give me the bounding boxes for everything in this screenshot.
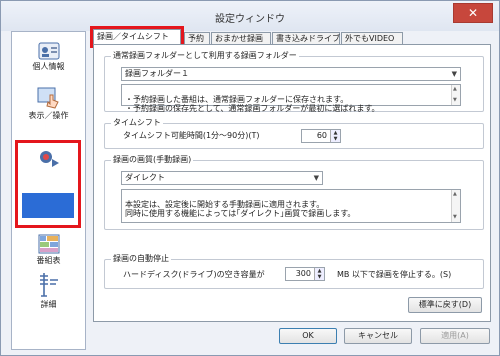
quality-group-title: 録画の画質(手動録画) xyxy=(111,155,194,165)
quality-description-text: 本設定は、設定後に開始する手動録画に適用されます。 同時に使用する機能によっては… xyxy=(125,200,356,218)
auto-stop-group-title: 録画の自動停止 xyxy=(111,254,171,264)
record-play-icon xyxy=(39,151,59,167)
sidebar-item-detail[interactable]: 詳細 xyxy=(12,272,85,310)
program-guide-icon xyxy=(38,234,59,254)
sidebar-item-label: 個人情報 xyxy=(32,62,65,71)
close-button[interactable]: ✕ xyxy=(453,3,493,23)
tab-content-panel: 通常録画フォルダーとして利用する録画フォルダー 録画フォルダー１ ▼ ・予約録画… xyxy=(93,44,491,322)
cancel-button[interactable]: キャンセル xyxy=(344,328,412,344)
auto-stop-value: 300 xyxy=(295,269,311,278)
detail-antenna-icon xyxy=(39,273,58,297)
ok-button[interactable]: OK xyxy=(279,328,337,344)
timeshift-group: タイムシフト タイムシフト可能時間(1分～90分)(T) 60 ▲ ▼ xyxy=(104,118,484,149)
quality-description-scrollbar[interactable]: ▲ ▼ xyxy=(451,190,460,222)
record-folder-description-text: ・予約録画した番組は、通常録画フォルダーに保存されます。 ・予約録画の保存先とし… xyxy=(125,95,380,113)
selected-background xyxy=(22,193,74,218)
sidebar-item-label: 番組表 xyxy=(36,256,61,265)
sidebar-item-record-play-reserve[interactable]: 録画／再生／予約 xyxy=(12,140,85,228)
record-folder-group: 通常録画フォルダーとして利用する録画フォルダー 録画フォルダー１ ▼ ・予約録画… xyxy=(104,51,484,113)
scroll-down-icon[interactable]: ▼ xyxy=(453,96,457,105)
scroll-up-icon[interactable]: ▲ xyxy=(453,85,457,94)
record-folder-description: ・予約録画した番組は、通常録画フォルダーに保存されます。 ・予約録画の保存先とし… xyxy=(121,84,461,113)
tab-record-timeshift[interactable]: 録画／タイムシフト xyxy=(90,26,184,48)
sidebar-item-label: 録画／再生／予約 xyxy=(24,174,72,193)
record-folder-select[interactable]: 録画フォルダー１ ▼ xyxy=(121,67,461,81)
sidebar-item-label: 表示／操作 xyxy=(28,111,69,120)
stepper-down-icon[interactable]: ▼ xyxy=(330,136,340,142)
timeshift-group-title: タイムシフト xyxy=(111,118,163,128)
id-card-icon xyxy=(38,42,59,60)
stepper-down-icon[interactable]: ▼ xyxy=(314,274,324,280)
quality-description: 本設定は、設定後に開始する手動録画に適用されます。 同時に使用する機能によっては… xyxy=(121,189,461,223)
hand-pointer-icon xyxy=(37,87,59,109)
sidebar-item-display-operation[interactable]: 表示／操作 xyxy=(12,87,85,121)
sidebar-item-label: 詳細 xyxy=(40,300,57,309)
sidebar-item-personal-info[interactable]: 個人情報 xyxy=(12,42,85,72)
record-folder-description-scrollbar[interactable]: ▲ ▼ xyxy=(451,85,460,105)
sidebar: 個人情報 表示／操作 録画／再生／予約 番組表 詳細 xyxy=(11,31,86,350)
window-title: 設定ウィンドウ xyxy=(215,14,285,25)
quality-select[interactable]: ダイレクト ▼ xyxy=(121,171,323,185)
apply-button[interactable]: 適用(A) xyxy=(420,328,490,344)
chevron-down-icon: ▼ xyxy=(313,174,319,182)
restore-default-button[interactable]: 標準に戻す(D) xyxy=(408,297,482,313)
quality-group: 録画の画質(手動録画) ダイレクト ▼ 本設定は、設定後に開始する手動録画に適用… xyxy=(104,155,484,230)
quality-select-value: ダイレクト xyxy=(125,173,165,182)
record-folder-select-value: 録画フォルダー１ xyxy=(125,69,189,78)
auto-stop-stepper[interactable]: 300 ▲ ▼ xyxy=(285,267,325,281)
scroll-up-icon[interactable]: ▲ xyxy=(453,190,457,199)
sidebar-item-program-guide[interactable]: 番組表 xyxy=(12,234,85,266)
scroll-down-icon[interactable]: ▼ xyxy=(453,213,457,222)
timeshift-label: タイムシフト可能時間(1分～90分)(T) xyxy=(123,131,260,140)
auto-stop-label: ハードディスク(ドライブ)の空き容量が xyxy=(123,270,265,279)
title-bar: 設定ウィンドウ ✕ xyxy=(1,1,499,31)
record-folder-group-title: 通常録画フォルダーとして利用する録画フォルダー xyxy=(111,51,299,61)
auto-stop-group: 録画の自動停止 ハードディスク(ドライブ)の空き容量が 300 ▲ ▼ MB 以… xyxy=(104,254,484,289)
auto-stop-suffix: MB 以下で録画を停止する。(S) xyxy=(337,270,452,279)
chevron-down-icon: ▼ xyxy=(451,70,457,78)
timeshift-value: 60 xyxy=(316,131,327,140)
settings-window: 設定ウィンドウ ✕ 個人情報 表示／操作 録画／再生／予約 番組表 詳細 録画／… xyxy=(0,0,500,356)
timeshift-stepper[interactable]: 60 ▲ ▼ xyxy=(301,129,341,143)
